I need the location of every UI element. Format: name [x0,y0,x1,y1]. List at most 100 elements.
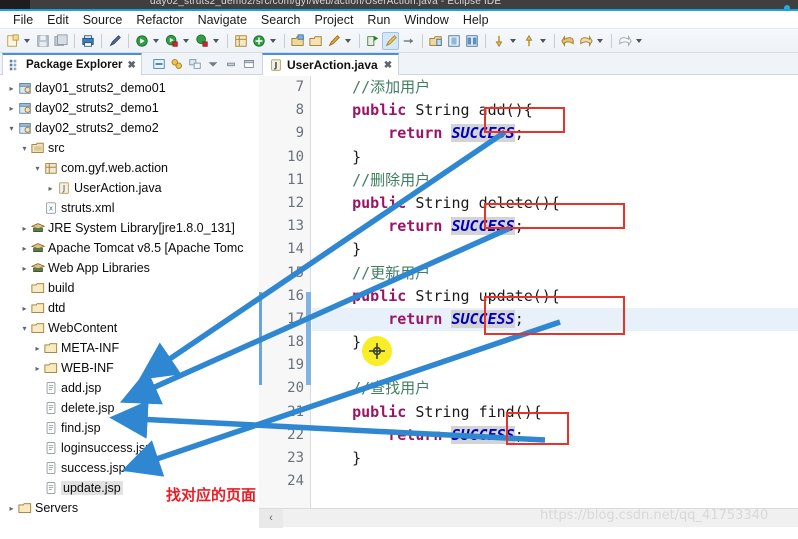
chevron-down-icon[interactable] [151,32,161,50]
code-line[interactable] [312,470,798,493]
chevron-down-icon[interactable]: ▾ [6,124,17,133]
new-java-class-icon[interactable] [250,32,267,50]
chevron-down-icon[interactable] [343,32,353,50]
tree-item[interactable]: find.jsp [0,418,259,438]
tree-item[interactable]: ▸ JRE System Library [jre1.8.0_131] [0,218,259,238]
chevron-right-icon[interactable]: ▸ [19,224,30,233]
forward-icon[interactable] [577,32,594,50]
chevron-right-icon[interactable]: ▸ [6,104,17,113]
menu-item-edit[interactable]: Edit [40,11,76,29]
debug-icon[interactable] [133,32,150,50]
toggle-java-perspective-icon[interactable] [445,32,462,50]
chevron-right-icon[interactable]: ▸ [32,364,43,373]
save-icon[interactable] [34,32,51,50]
search-icon[interactable] [325,32,342,50]
tree-item[interactable]: x struts.xml [0,198,259,218]
menu-item-file[interactable]: File [6,11,40,29]
chevron-down-icon[interactable] [538,32,548,50]
chevron-down-icon[interactable] [508,32,518,50]
chevron-left-icon[interactable]: ‹ [259,508,283,528]
chevron-down-icon[interactable] [595,32,605,50]
maximize-icon[interactable] [241,56,256,71]
pin-editor-icon[interactable] [364,32,381,50]
chevron-right-icon[interactable]: ▸ [19,304,30,313]
tree-item[interactable]: ▸ WEB-INF [0,358,259,378]
open-task-icon[interactable] [307,32,324,50]
open-perspective-icon[interactable] [427,32,444,50]
menu-item-search[interactable]: Search [254,11,308,29]
tree-item[interactable]: delete.jsp [0,398,259,418]
tree-item[interactable]: loginsuccess.jsp [0,438,259,458]
view-menu-filter-icon[interactable] [187,56,202,71]
chevron-down-icon[interactable]: ▾ [19,324,30,333]
menu-item-navigate[interactable]: Navigate [191,11,254,29]
new-wizard-icon[interactable] [4,32,21,50]
print-icon[interactable] [79,32,96,50]
tree-item[interactable]: ▸ day01_struts2_demo01 [0,78,259,98]
next-annotation-icon[interactable] [400,32,417,50]
chevron-down-icon[interactable]: ▾ [32,164,43,173]
tree-item[interactable]: ▾ WebContent [0,318,259,338]
code-line[interactable]: } [312,447,798,470]
menu-item-project[interactable]: Project [308,11,361,29]
code-line[interactable]: //查找用户 [312,377,798,400]
view-menu-icon[interactable] [205,56,220,71]
marker-highlight-icon[interactable] [382,31,399,50]
tree-item[interactable]: build [0,278,259,298]
tree-item[interactable]: ▸ Apache Tomcat v8.5 [Apache Tomc [0,238,259,258]
code-line[interactable]: } [312,146,798,169]
tree-item[interactable]: ▾ day02_struts2_demo2 [0,118,259,138]
chevron-down-icon[interactable] [268,32,278,50]
chevron-right-icon[interactable]: ▸ [6,84,17,93]
toggle-javaee-perspective-icon[interactable] [463,32,480,50]
code-line[interactable]: //删除用户 [312,169,798,192]
minimize-icon[interactable] [223,56,238,71]
run-icon[interactable] [163,32,180,50]
chevron-down-icon[interactable] [211,32,221,50]
tree-item[interactable]: add.jsp [0,378,259,398]
chevron-right-icon[interactable]: ▸ [45,184,56,193]
run-external-tools-icon[interactable] [193,32,210,50]
chevron-right-icon[interactable]: ▸ [32,344,43,353]
tab-package-explorer[interactable]: Package Explorer ✖ [2,53,142,75]
chevron-down-icon[interactable] [634,32,644,50]
code-line[interactable]: //更新用户 [312,262,798,285]
close-icon[interactable]: ✖ [128,60,136,71]
chevron-right-icon[interactable]: ▸ [19,264,30,273]
link-with-editor-icon[interactable] [169,56,184,71]
tab-useraction-java[interactable]: J UserAction.java ✖ [262,53,400,75]
navigate-icon[interactable] [616,32,633,50]
menu-item-help[interactable]: Help [456,11,496,29]
tree-item[interactable]: ▸ J UserAction.java [0,178,259,198]
chevron-right-icon[interactable]: ▸ [6,504,17,513]
menu-item-refactor[interactable]: Refactor [129,11,190,29]
chevron-down-icon[interactable] [22,32,32,50]
new-java-package-icon[interactable] [232,32,249,50]
menu-item-window[interactable]: Window [397,11,455,29]
save-all-icon[interactable] [52,32,69,50]
code-line[interactable]: //添加用户 [312,76,798,99]
quick-access-pen-icon[interactable] [106,32,123,50]
back-icon[interactable] [559,32,576,50]
tree-item[interactable]: ▾ src [0,138,259,158]
tree-item[interactable]: ▸ day02_struts2_demo1 [0,98,259,118]
next-edit-icon[interactable] [490,32,507,50]
tree-item[interactable]: ▸ META-INF [0,338,259,358]
open-type-icon[interactable] [289,32,306,50]
package-icon [43,161,58,176]
chevron-down-icon[interactable]: ▾ [19,144,30,153]
tree-item[interactable]: ▸ Web App Libraries [0,258,259,278]
project-tree[interactable]: ▸ day01_struts2_demo01 ▸ day02_struts2_demo… [0,76,259,539]
menu-item-source[interactable]: Source [76,11,130,29]
chevron-right-icon[interactable]: ▸ [19,244,30,253]
collapse-all-icon[interactable] [151,56,166,71]
menu-item-run[interactable]: Run [360,11,397,29]
tree-item[interactable]: ▸ dtd [0,298,259,318]
tree-item[interactable]: success.jsp [0,458,259,478]
close-icon[interactable]: ✖ [384,60,392,71]
previous-edit-icon[interactable] [520,32,537,50]
code-line[interactable]: } [312,238,798,261]
tree-item[interactable]: ▾ com.gyf.web.action [0,158,259,178]
chevron-down-icon[interactable] [181,32,191,50]
